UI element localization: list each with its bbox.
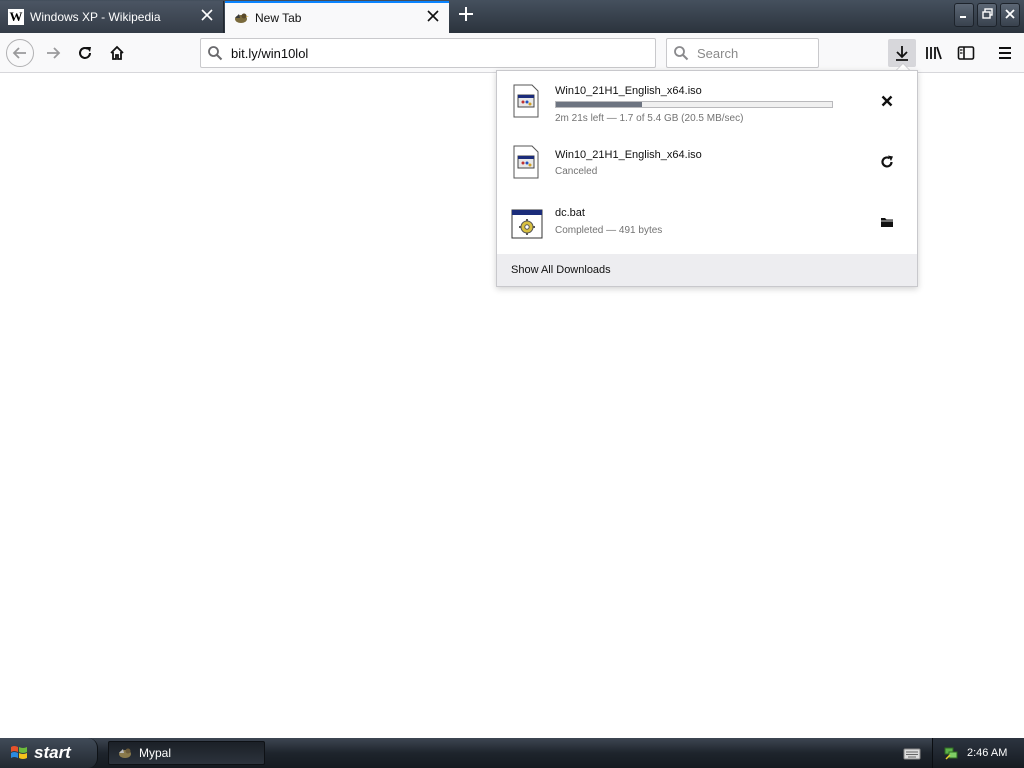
retry-download-icon[interactable]: [877, 152, 897, 172]
show-all-downloads-label: Show All Downloads: [511, 264, 611, 276]
tab-strip: W Windows XP - Wikipedia New Tab: [0, 0, 1024, 33]
search-icon: [208, 46, 223, 61]
download-status: Completed — 491 bytes: [555, 225, 663, 236]
back-button[interactable]: [6, 39, 34, 67]
forward-button[interactable]: [39, 39, 67, 67]
close-window-icon[interactable]: [1000, 3, 1020, 27]
restore-window-icon[interactable]: [977, 3, 997, 27]
sidebar-button[interactable]: [952, 39, 980, 67]
new-tab-plus-icon[interactable]: [454, 4, 478, 28]
download-status: 2m 21s left — 1.7 of 5.4 GB (20.5 MB/sec…: [555, 113, 744, 124]
downloads-panel: Win10_21H1_English_x64.iso 2m 21s left —…: [496, 70, 918, 287]
start-button[interactable]: start: [0, 738, 98, 768]
navigation-toolbar: bit.ly/win10lol: [0, 33, 1024, 73]
sidebar-icon: [957, 46, 975, 60]
batch-file-icon: [511, 209, 543, 239]
close-tab-icon[interactable]: [425, 10, 441, 26]
taskbar-item-mypal[interactable]: Mypal: [108, 741, 265, 765]
tab-title: Windows XP - Wikipedia: [30, 10, 161, 24]
download-item[interactable]: Win10_21H1_English_x64.iso Canceled: [497, 139, 917, 199]
forward-arrow-icon: [47, 47, 61, 59]
close-tab-icon[interactable]: [199, 9, 215, 25]
menu-button[interactable]: [991, 39, 1019, 67]
search-icon: [674, 46, 689, 61]
iso-file-icon: [513, 84, 539, 118]
cancel-download-icon[interactable]: [877, 91, 897, 111]
mypal-bird-icon: [119, 748, 131, 758]
taskbar-item-label: Mypal: [139, 746, 172, 760]
home-button[interactable]: [103, 39, 131, 67]
taskbar: start Mypal 2:46 AM: [0, 738, 1024, 768]
download-arrow-icon: [896, 46, 908, 61]
download-filename: Win10_21H1_English_x64.iso: [555, 149, 702, 161]
mypal-bird-icon: [233, 10, 249, 26]
network-status-icon[interactable]: [943, 745, 959, 761]
download-filename: dc.bat: [555, 207, 585, 219]
home-icon: [110, 45, 124, 60]
start-label: start: [34, 743, 71, 762]
download-status: Canceled: [555, 166, 598, 177]
library-icon: [926, 46, 942, 60]
download-item[interactable]: Win10_21H1_English_x64.iso 2m 21s left —…: [497, 75, 917, 135]
clock[interactable]: 2:46 AM: [967, 747, 1007, 759]
system-tray: 2:46 AM: [932, 738, 1024, 768]
download-item[interactable]: dc.bat Completed — 491 bytes: [497, 199, 917, 259]
tab-title: New Tab: [255, 11, 302, 25]
library-button[interactable]: [920, 39, 948, 67]
tab-windows-xp-wikipedia[interactable]: W Windows XP - Wikipedia: [0, 1, 224, 33]
download-progress-bar: [555, 101, 833, 108]
download-filename: Win10_21H1_English_x64.iso: [555, 85, 702, 97]
open-folder-icon[interactable]: [877, 212, 897, 232]
url-bar[interactable]: bit.ly/win10lol: [200, 38, 656, 68]
reload-button[interactable]: [71, 39, 99, 67]
windows-logo-icon: [11, 746, 27, 759]
wikipedia-w-icon: W: [8, 9, 24, 25]
url-text: bit.ly/win10lol: [231, 45, 309, 61]
reload-icon: [79, 47, 91, 59]
download-progress-fill: [556, 102, 642, 107]
search-bar[interactable]: [666, 38, 819, 68]
show-all-downloads-button[interactable]: Show All Downloads: [497, 254, 917, 286]
back-arrow-icon: [12, 47, 26, 59]
hamburger-menu-icon: [999, 47, 1011, 59]
tab-new-tab[interactable]: New Tab: [225, 1, 449, 33]
minimize-window-icon[interactable]: [954, 3, 974, 27]
iso-file-icon: [513, 145, 539, 179]
search-input[interactable]: [695, 44, 809, 62]
keyboard-icon[interactable]: [903, 745, 921, 761]
